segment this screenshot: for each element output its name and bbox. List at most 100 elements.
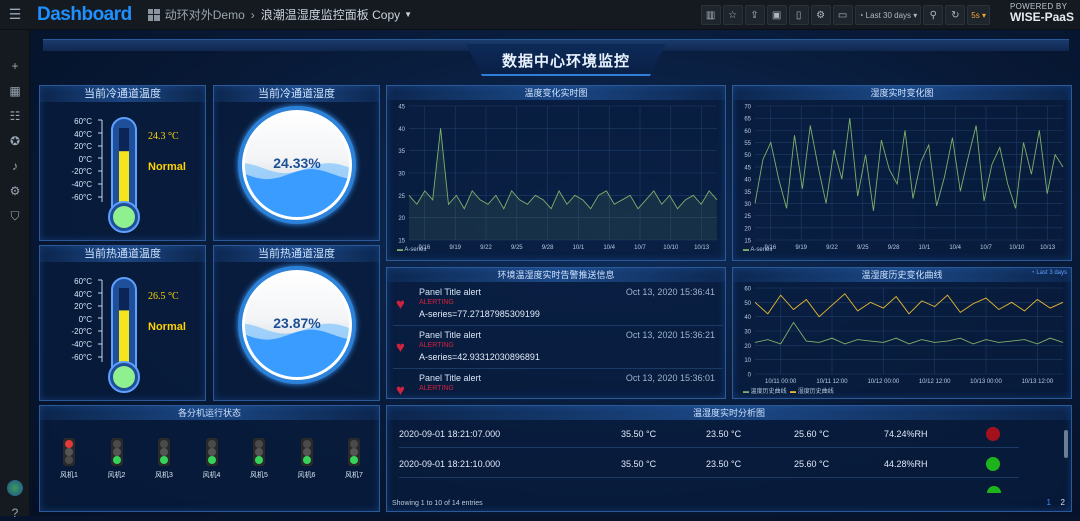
temperature-value: 26.5 °C (148, 291, 179, 302)
x-tick-label: 9/25 (857, 245, 869, 251)
thermometer-scale: 60°C 40°C 20°C 0°C -20°C -40°C -60°C (60, 276, 92, 364)
x-tick-label: 10/11 12:00 (816, 379, 848, 385)
fan-label: 风机1 (60, 472, 78, 479)
tick-label: -60°C (71, 192, 92, 202)
help-icon[interactable]: ? (7, 505, 23, 521)
alert-item[interactable]: ♥ Panel Title alert ALERTING A-series=77… (393, 284, 723, 326)
history-line-chart[interactable]: 60 50 40 30 20 10 0 10/11 00:00 10/11 12:00 10/12… (733, 282, 1071, 386)
save-icon[interactable]: ▣ (766, 5, 787, 25)
tv-mode-icon[interactable]: ▭ (832, 5, 853, 25)
page-2-link[interactable]: 2 (1061, 498, 1065, 507)
humidity-chart-panel: 湿度实时变化图 70 65 60 55 50 45 40 35 30 25 20 15 9/16 9/19… (732, 85, 1072, 261)
x-tick-label: 9/19 (795, 245, 807, 251)
traffic-light-icon (110, 438, 123, 466)
list-icon[interactable]: ☷ (7, 108, 23, 124)
table-footer: Showing 1 to 10 of 14 entries (392, 500, 483, 507)
panel-title: 温湿度历史变化曲线 (733, 268, 1071, 282)
x-tick-label: 9/25 (511, 245, 523, 251)
fan-label: 风机2 (107, 472, 126, 479)
traffic-light-icon (253, 438, 265, 466)
thermometer-fill (119, 310, 129, 368)
alert-name: Panel Title alert (419, 330, 482, 340)
fan-item: 风机3 (149, 438, 179, 480)
y-tick-label: 0 (748, 373, 752, 379)
chart-svg: 60 50 40 30 20 10 0 10/11 00:00 10/11 12:00 10/12… (744, 287, 1064, 385)
tick-label: -40°C (71, 179, 92, 189)
breadcrumb: 动环对外Demo › 浪潮温湿度监控面板 Copy ▼ (147, 6, 412, 23)
legend-label: 湿度历史曲线 (797, 389, 834, 395)
menu-icon[interactable]: ☰ (0, 0, 30, 30)
config-icon[interactable]: ⚙ (7, 183, 23, 199)
dashboard-title[interactable]: 浪潮温湿度监控面板 Copy (261, 6, 400, 23)
panel-title: 环境温湿度实时告警推送信息 (387, 268, 725, 282)
alert-item[interactable]: ♥ Panel Title alert ALERTING A-series=42… (393, 327, 723, 369)
y-tick-label: 40 (398, 127, 405, 133)
panel-title: 当前冷通道湿度 (214, 86, 379, 102)
cell-humidity: 74.24%RH (884, 429, 928, 439)
status-dot (986, 427, 1000, 441)
y-tick-label: 25 (398, 194, 405, 200)
x-tick-label: 10/12 12:00 (919, 379, 951, 385)
refresh-interval-picker[interactable]: 5s ▾ (967, 5, 990, 25)
temperature-line-chart[interactable]: 45 40 35 30 25 20 15 9/16 9/19 9/22 9/25 9/28 10/1 10… (387, 100, 725, 260)
explore-icon[interactable]: ✪ (7, 133, 23, 149)
scrollbar[interactable] (1064, 430, 1068, 458)
dashboards-icon[interactable]: ▦ (7, 83, 23, 99)
y-tick-label: 45 (744, 165, 751, 171)
x-tick-label: 9/28 (542, 245, 554, 251)
shield-icon[interactable]: ⛉ (7, 208, 23, 224)
legend-label: 温度历史曲线 (750, 389, 787, 395)
fan-label: 风机4 (202, 472, 221, 479)
gear-icon[interactable]: ⚙ (810, 5, 831, 25)
cell-humidity: 44.28%RH (884, 459, 928, 469)
add-panel-icon[interactable]: ▥ (700, 5, 721, 25)
brand-block: POWERED BY WISE-PaaS (1010, 3, 1074, 24)
y-tick-label: 30 (398, 172, 405, 178)
legend-label: A-series (750, 247, 773, 253)
y-tick-label: 20 (744, 226, 751, 232)
star-icon[interactable]: ☆ (722, 5, 743, 25)
cell-value: 25.60 °C (794, 459, 830, 469)
time-range-label: Last 30 days (865, 10, 912, 20)
panel-title: 湿度实时变化图 (733, 86, 1071, 100)
breadcrumb-folder[interactable]: 动环对外Demo (165, 6, 245, 23)
avatar[interactable] (7, 480, 23, 496)
plus-icon[interactable]: + (7, 58, 23, 74)
share-icon[interactable]: ⇪ (744, 5, 765, 25)
humidity-value: 24.33% (273, 155, 321, 171)
panel-title: 当前冷通道温度 (40, 86, 205, 102)
time-override-badge: ◔ Last 3 days (1031, 270, 1067, 276)
page-title: 数据中心环境监控 (501, 53, 630, 70)
fan-item: 风机1 (54, 438, 84, 480)
table-row[interactable]: 2020-09-01 18:21:10.000 35.50 °C 23.50 °… (399, 450, 1019, 478)
snapshot-icon[interactable]: ▯ (788, 5, 809, 25)
panel-title: 温湿度实时分析图 (387, 406, 1071, 420)
panel-title: 当前热通道温度 (40, 246, 205, 262)
refresh-icon[interactable]: ↻ (945, 5, 966, 25)
x-tick-label: 10/10 (1009, 245, 1025, 251)
y-tick-label: 30 (744, 330, 751, 336)
zoom-out-icon[interactable]: ⚲ (923, 5, 944, 25)
app-logo[interactable]: Dashboard (37, 4, 132, 26)
cold-temp-panel: 当前冷通道温度 60°C 40°C 20°C 0°C -20°C -40°C -… (39, 85, 206, 241)
x-tick-label: 10/11 00:00 (765, 379, 797, 385)
fan-status-panel: 各分机运行状态 风机1 风机2 风机3 风机4 风机5 风机6 风机7 (39, 405, 380, 512)
page-1-link[interactable]: 1 (1047, 498, 1051, 507)
x-tick-label: 10/4 (603, 245, 615, 251)
alert-name: Panel Title alert (419, 287, 482, 297)
table-row[interactable]: 2020-09-01 18:21:07.000 35.50 °C 23.50 °… (399, 420, 1019, 448)
humidity-line-chart[interactable]: 70 65 60 55 50 45 40 35 30 25 20 15 9/16 9/19 9/22 9/25… (733, 100, 1071, 260)
fan-label: 风机6 (297, 472, 316, 479)
y-tick-label: 25 (744, 214, 751, 220)
chevron-down-icon[interactable]: ▼ (404, 10, 412, 19)
y-tick-label: 40 (744, 178, 751, 184)
time-range-picker[interactable]: ◔ Last 30 days ▾ (854, 5, 922, 25)
cell-value: 35.50 °C (621, 429, 657, 439)
alert-item[interactable]: ♥ Panel Title alert ALERTING Oct 13, 202… (393, 370, 723, 398)
panel-title: 当前热通道湿度 (214, 246, 379, 262)
chart-svg: 7065605550454035302520159/16 9/19 9/22 9/25… (744, 105, 1064, 251)
broken-heart-icon: ♥ (396, 339, 405, 356)
toolbar: ▥ ☆ ⇪ ▣ ▯ ⚙ ▭ ◔ Last 30 days ▾ ⚲ ↻ 5s ▾ (700, 5, 990, 25)
x-tick-label: 10/7 (634, 245, 646, 251)
bell-icon[interactable]: ♪ (7, 158, 23, 174)
